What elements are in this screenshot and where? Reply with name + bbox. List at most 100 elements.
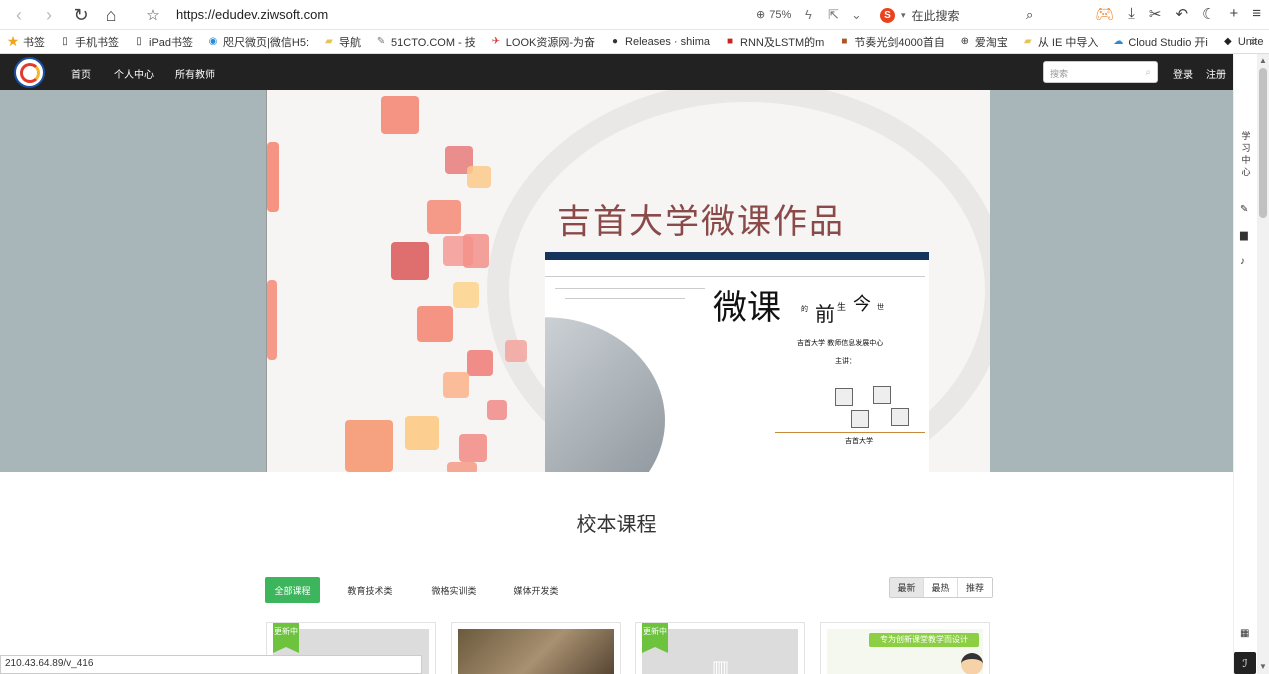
course-card[interactable] bbox=[451, 622, 621, 674]
course-card[interactable]: 更新中 ▥ bbox=[635, 622, 805, 674]
site-icon: ✈ bbox=[491, 36, 500, 47]
banner-carousel[interactable]: 吉首大学微课作品 微课 的 前 生 今 世 吉首大学 教师信息发展中心 主讲： bbox=[0, 90, 1233, 472]
bookmark-item[interactable]: ✎ 51CTO.COM - 技 bbox=[368, 34, 483, 50]
nav-all-teachers[interactable]: 所有教师 bbox=[175, 66, 215, 81]
floating-logo-icon[interactable]: ℐ bbox=[1234, 652, 1256, 674]
site-icon: ■ bbox=[726, 36, 734, 47]
pencil-icon[interactable]: ✎ bbox=[1240, 204, 1248, 215]
filter-media-dev[interactable]: 媒体开发类 bbox=[506, 577, 566, 603]
vertical-scrollbar[interactable]: ▲ ▼ bbox=[1257, 54, 1269, 674]
phone-icon: ▯ bbox=[62, 36, 68, 47]
search-engine-chevron-icon[interactable]: ▾ bbox=[901, 10, 906, 21]
qrcode-icon[interactable]: ▦ bbox=[1240, 628, 1249, 639]
address-bar[interactable]: https://edudev.ziwsoft.com bbox=[176, 7, 328, 22]
bookmark-item[interactable]: ▯ 手机书签 bbox=[52, 34, 126, 50]
nav-home[interactable]: 首页 bbox=[71, 66, 91, 81]
decor-square bbox=[267, 280, 277, 360]
search-icon[interactable]: ⌕ bbox=[1145, 67, 1151, 78]
moon-icon[interactable]: ☾ bbox=[1202, 5, 1215, 23]
banner-slide[interactable]: 吉首大学微课作品 微课 的 前 生 今 世 吉首大学 教师信息发展中心 主讲： bbox=[266, 90, 990, 472]
download-icon[interactable]: ⤓ bbox=[1128, 5, 1135, 23]
sort-hottest[interactable]: 最热 bbox=[924, 578, 958, 597]
globe-icon: ⊕ bbox=[960, 36, 970, 47]
search-icon[interactable]: ⌕ bbox=[1026, 7, 1033, 23]
filter-microteaching[interactable]: 微格实训类 bbox=[424, 577, 484, 603]
register-link[interactable]: 注册 bbox=[1206, 66, 1226, 81]
unity-icon: ◆ bbox=[1223, 36, 1232, 47]
decor-square bbox=[381, 96, 419, 134]
filter-all-courses[interactable]: 全部课程 bbox=[265, 577, 320, 603]
poster-calligraphy-small: 的 bbox=[801, 305, 808, 313]
bookmark-item[interactable]: ✈ LOOK资源网-为奋 bbox=[483, 34, 602, 50]
bookmark-item[interactable]: ● Releases · shima bbox=[602, 36, 717, 48]
forward-arrow-icon[interactable]: › bbox=[34, 0, 64, 30]
poster-calligraphy-sub: 前 bbox=[815, 302, 835, 326]
bookmark-item[interactable]: ◉ 咫尺微页|微信H5: bbox=[200, 34, 316, 50]
lightning-icon[interactable]: ϟ bbox=[805, 7, 812, 22]
site-search-input[interactable]: 搜索 ⌕ bbox=[1043, 61, 1158, 83]
scroll-up-icon[interactable]: ▲ bbox=[1259, 56, 1267, 65]
bookmark-item[interactable]: ★ 书签 bbox=[0, 33, 52, 50]
poster-footer-mark: 吉首大学 bbox=[845, 437, 873, 445]
search-engine-icon[interactable]: S bbox=[880, 7, 895, 23]
decor-square bbox=[453, 282, 479, 308]
decor-square bbox=[443, 372, 469, 398]
decor-square bbox=[391, 242, 429, 280]
bookmark-item[interactable]: ☁ Cloud Studio 开i bbox=[1105, 34, 1215, 50]
bookmark-item[interactable]: ◆ Unite bbox=[1215, 36, 1269, 48]
share-icon[interactable]: ⇱ bbox=[828, 7, 839, 23]
university-logo[interactable] bbox=[14, 57, 45, 88]
browser-status-bar: 210.43.64.89/v_416 bbox=[0, 655, 422, 674]
bookmark-item[interactable]: ⊕ 爱淘宝 bbox=[952, 34, 1015, 50]
refresh-icon[interactable]: ↻ bbox=[66, 0, 96, 30]
browser-search-input[interactable]: 在此搜索 bbox=[912, 7, 960, 24]
cartoon-face-icon bbox=[961, 653, 983, 674]
zoom-level: 75% bbox=[769, 8, 792, 21]
bookmark-item[interactable]: ▯ iPad书签 bbox=[126, 34, 200, 50]
poster-line bbox=[555, 288, 705, 289]
bookmark-item[interactable]: ▰ 导航 bbox=[316, 34, 368, 50]
bell-icon[interactable]: ♪ bbox=[1240, 256, 1245, 267]
course-thumbnail bbox=[458, 629, 614, 674]
cloud-icon: ☁ bbox=[1113, 36, 1124, 47]
game-icon[interactable]: 🎮︎ bbox=[1095, 5, 1114, 23]
poster-calligraphy-main: 微课 bbox=[713, 288, 781, 328]
login-link[interactable]: 登录 bbox=[1173, 66, 1193, 81]
sort-newest[interactable]: 最新 bbox=[890, 578, 924, 597]
learning-center-label[interactable]: 学习中心 bbox=[1240, 130, 1252, 178]
menu-icon[interactable]: ≡ bbox=[1252, 5, 1261, 23]
bookmark-item[interactable]: ▰ 从 IE 中导入 bbox=[1015, 34, 1106, 50]
poster-gray-swirl bbox=[545, 317, 665, 472]
chevron-down-icon[interactable]: ⌄ bbox=[851, 7, 862, 23]
poster-square bbox=[835, 388, 853, 406]
bookmark-item[interactable]: ■ 节奏光剑4000首自 bbox=[831, 34, 951, 50]
folder-icon: ▰ bbox=[325, 36, 333, 47]
decor-square bbox=[417, 306, 453, 342]
sort-recommended[interactable]: 推荐 bbox=[958, 578, 992, 597]
browser-right-tools: 🎮︎ ⤓ ✂ ↶ ☾ + ≡ bbox=[1095, 5, 1261, 23]
undo-icon[interactable]: ↶ bbox=[1175, 5, 1188, 23]
decor-square bbox=[447, 462, 477, 472]
bookmark-star-icon[interactable]: ☆ bbox=[138, 0, 168, 30]
zoom-indicator[interactable]: ⊕ 75% bbox=[756, 8, 792, 22]
notebook-icon[interactable]: ▆ bbox=[1240, 230, 1248, 241]
poster-calligraphy-sub: 今 bbox=[853, 294, 871, 315]
bookmark-item[interactable]: ■ RNN及LSTM的m bbox=[717, 34, 831, 50]
nav-personal-center[interactable]: 个人中心 bbox=[114, 66, 154, 81]
banner-poster: 微课 的 前 生 今 世 吉首大学 教师信息发展中心 主讲： 吉首大学 bbox=[545, 260, 929, 472]
banner-title: 吉首大学微课作品 bbox=[557, 202, 845, 242]
new-tab-icon[interactable]: + bbox=[1229, 5, 1238, 23]
scroll-thumb[interactable] bbox=[1259, 68, 1267, 218]
decor-square bbox=[467, 350, 493, 376]
back-arrow-icon[interactable]: ‹ bbox=[4, 0, 34, 30]
more-bookmarks-icon[interactable]: » bbox=[1250, 34, 1257, 48]
web-page: 首页 个人中心 所有教师 搜索 ⌕ 登录 注册 吉首大学微课作品 微课 的 前 … bbox=[0, 54, 1233, 674]
tablet-icon: ▯ bbox=[136, 36, 142, 47]
logo-mark-icon bbox=[19, 62, 40, 83]
filter-edu-tech[interactable]: 教育技术类 bbox=[340, 577, 400, 603]
course-card[interactable]: 专为创新课堂教学而设计 bbox=[820, 622, 990, 674]
scissors-icon[interactable]: ✂ bbox=[1149, 5, 1162, 23]
home-icon[interactable]: ⌂ bbox=[96, 0, 126, 30]
browser-toolbar: ‹ › ↻ ⌂ ☆ https://edudev.ziwsoft.com ⊕ 7… bbox=[0, 0, 1269, 30]
scroll-down-icon[interactable]: ▼ bbox=[1259, 662, 1267, 671]
